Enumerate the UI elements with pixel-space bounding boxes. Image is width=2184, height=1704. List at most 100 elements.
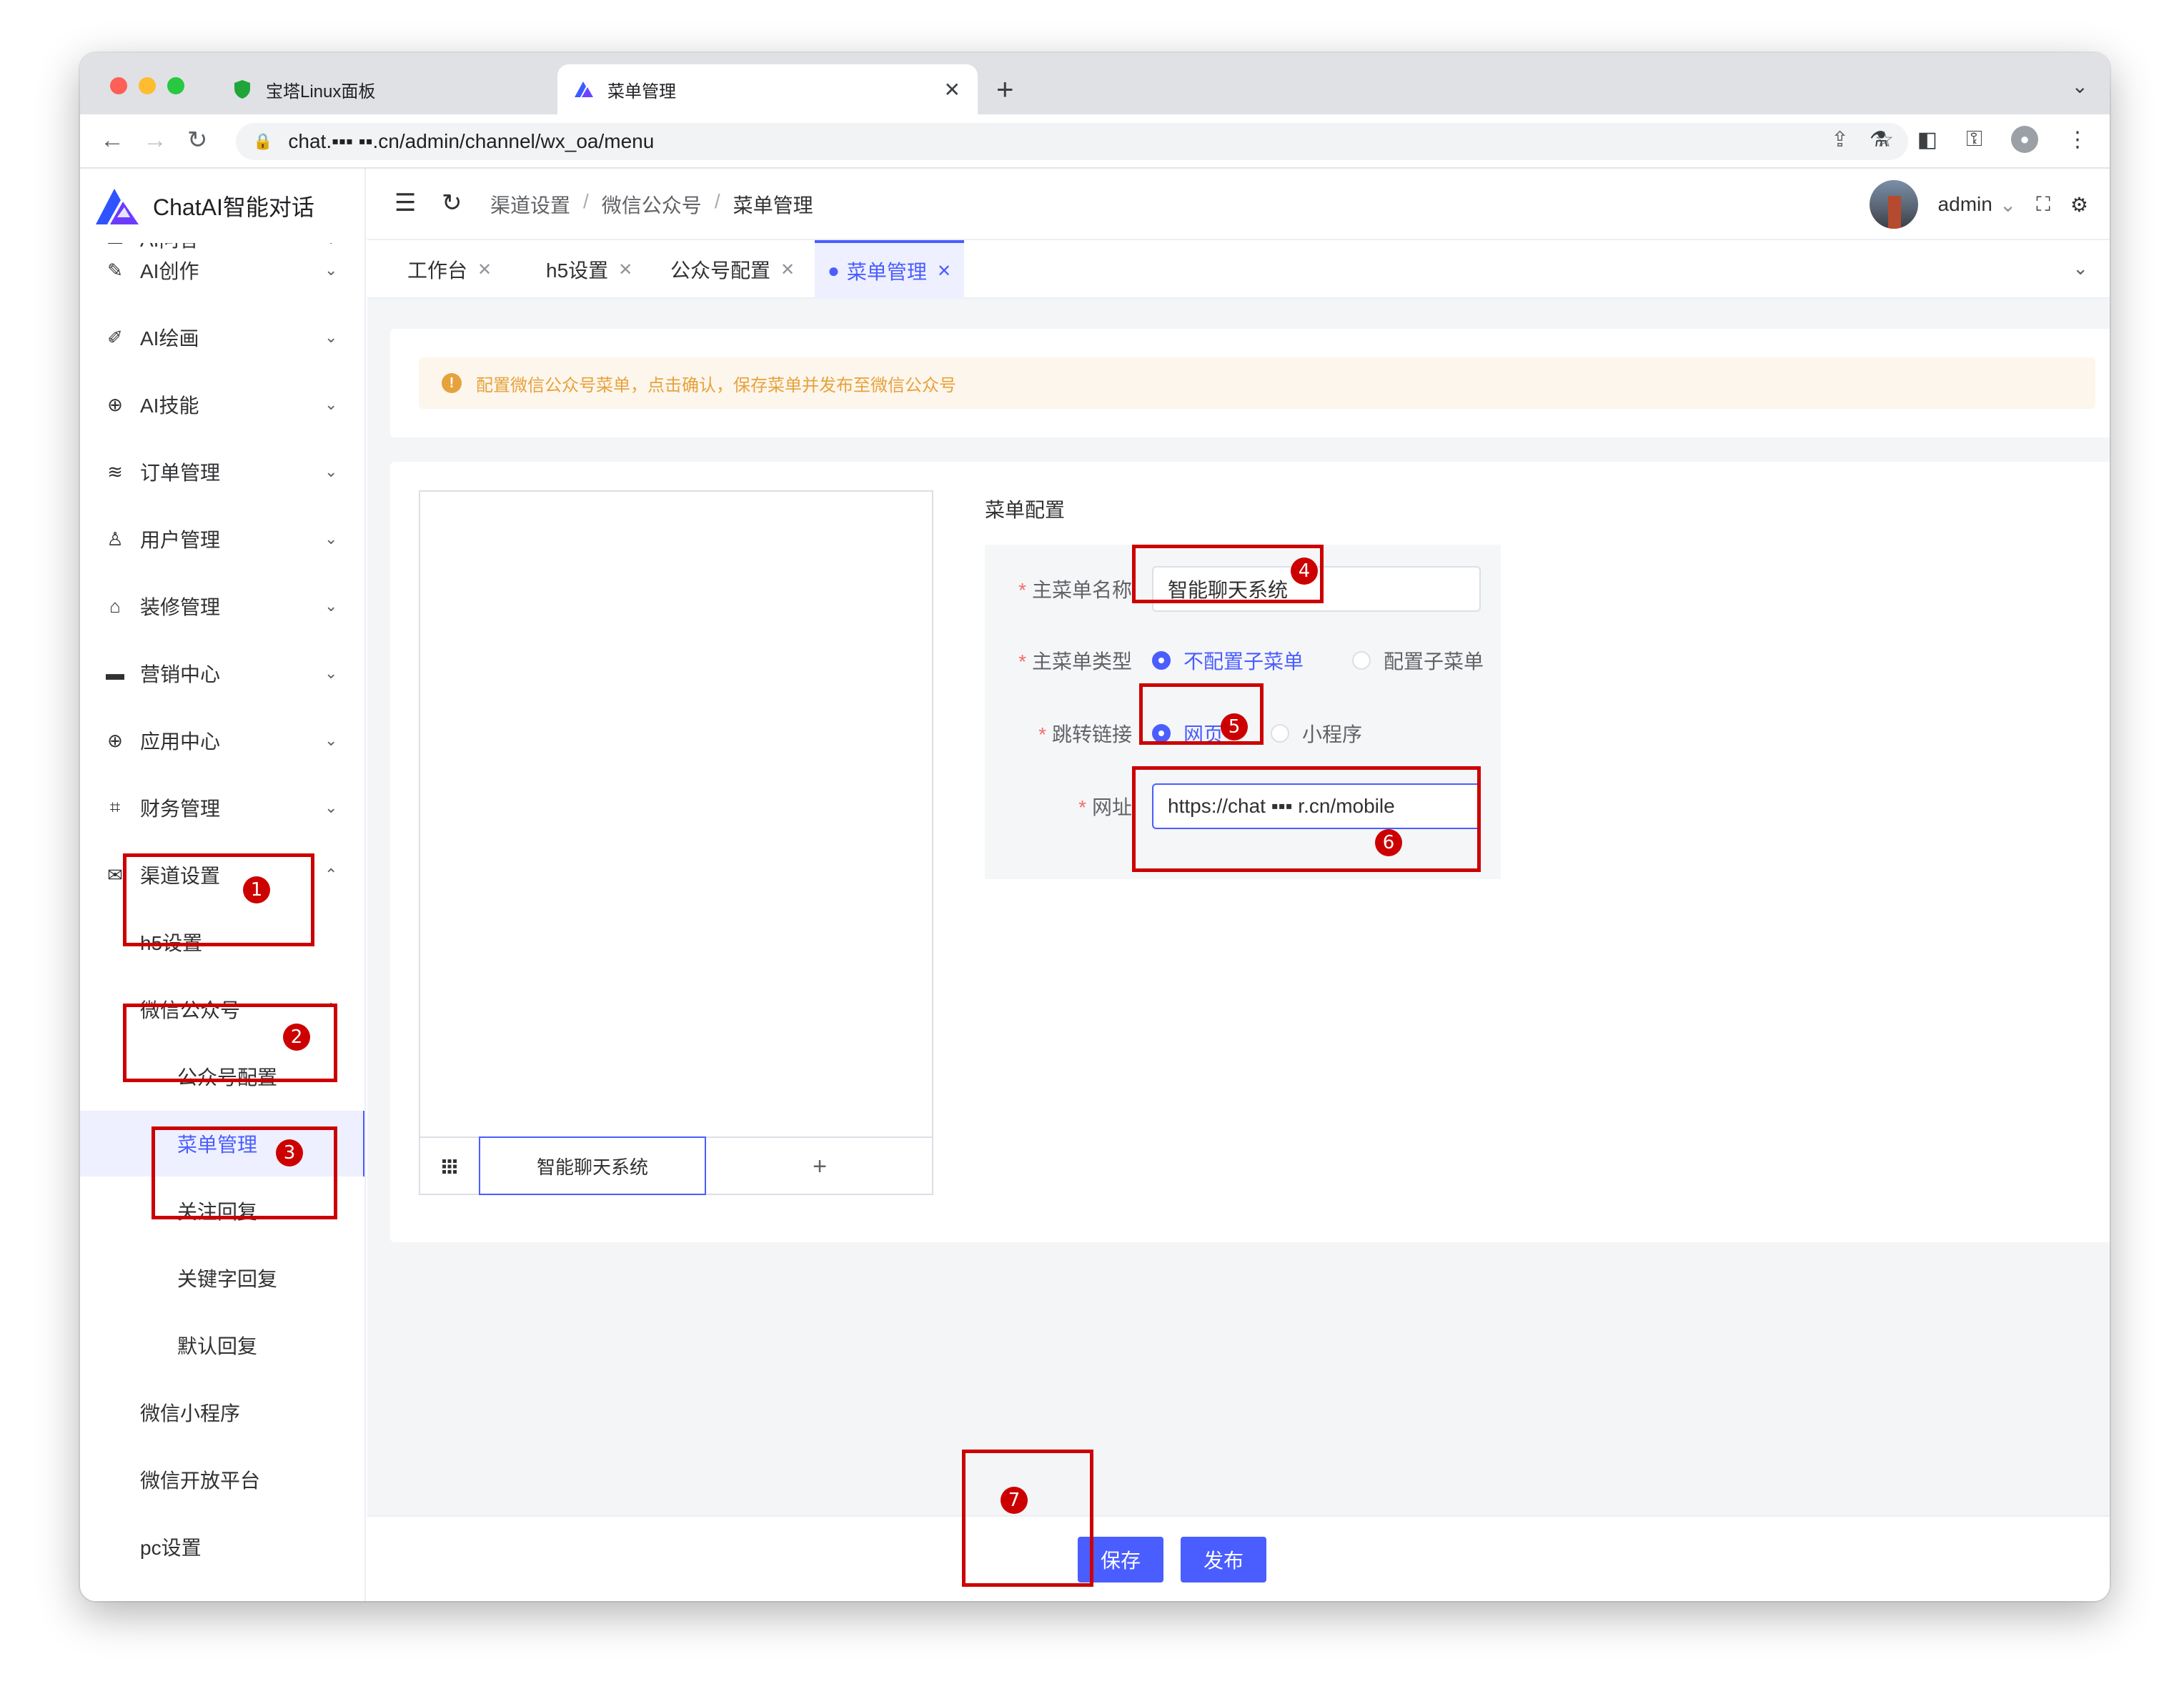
radio-miniprogram[interactable]: 小程序 — [1271, 719, 1362, 748]
radio-checked-icon — [1152, 651, 1171, 670]
close-icon[interactable]: ✕ — [477, 259, 492, 280]
close-icon[interactable]: ✕ — [944, 78, 961, 101]
main-area: ☰ ↻ 渠道设置 / 微信公众号 / 菜单管理 admin ⌄ ⛶ ⚙ 工作台 ✕ — [367, 169, 2110, 1601]
preview-menu-item[interactable]: 智能聊天系统 — [479, 1136, 706, 1195]
address-bar: ← → ↻ 🔒 chat.▪▪▪ ▪▪.cn/admin/channel/wx_… — [80, 114, 2110, 169]
pen-icon: ✎ — [107, 259, 123, 281]
tag-menu-manage[interactable]: ● 菜单管理 ✕ — [815, 240, 965, 299]
close-icon[interactable]: ✕ — [780, 259, 795, 280]
refresh-icon[interactable]: ↻ — [442, 189, 462, 217]
lock-icon: 🔒 — [253, 132, 273, 150]
warning-icon: ! — [442, 373, 462, 393]
tag-workbench[interactable]: 工作台 ✕ — [394, 240, 505, 299]
add-menu-button[interactable]: + — [706, 1138, 933, 1195]
chatai-logo-icon — [573, 79, 595, 100]
radio-with-submenu[interactable]: 配置子菜单 — [1352, 646, 1484, 675]
breadcrumb-item[interactable]: 微信公众号 — [602, 190, 702, 219]
sidebar-item-keyword-reply[interactable]: 关键字回复 — [80, 1245, 364, 1311]
gear-icon[interactable]: ⚙ — [2070, 193, 2088, 217]
menu-fold-icon[interactable]: ☰ — [394, 189, 416, 217]
sidebar-item-wechat-open[interactable]: 微信开放平台 — [80, 1447, 364, 1512]
breadcrumb-item[interactable]: 渠道设置 — [490, 190, 570, 219]
save-button[interactable]: 保存 — [1078, 1537, 1164, 1582]
chevron-down-icon: ⌄ — [324, 664, 338, 682]
brand[interactable]: ChatAI智能对话 — [94, 169, 364, 243]
key-icon[interactable]: ⚿ — [1966, 127, 1982, 152]
browser-tab-label: 菜单管理 — [607, 81, 676, 101]
sidebar-item-ai-draw[interactable]: ✐ AI绘画 ⌄ — [80, 304, 364, 370]
breadcrumb: 渠道设置 / 微信公众号 / 菜单管理 — [490, 190, 813, 219]
alert-card: ! 配置微信公众号菜单，点击确认，保存菜单并发布至微信公众号 — [390, 329, 2110, 437]
fullscreen-icon[interactable]: ⛶ — [2036, 193, 2050, 217]
url-field[interactable]: 🔒 chat.▪▪▪ ▪▪.cn/admin/channel/wx_oa/men… — [236, 123, 1908, 160]
sidebar-item-pc[interactable]: pc设置 — [80, 1514, 364, 1580]
maximize-window-button[interactable] — [167, 77, 184, 94]
radio-webpage[interactable]: 网页 — [1152, 719, 1223, 748]
sidebar-item-ai-skill[interactable]: ⊕ AI技能 ⌄ — [80, 372, 364, 437]
page-tags-bar: 工作台 ✕ h5设置 ✕ 公众号配置 ✕ ● 菜单管理 ✕ ⌄ — [367, 240, 2110, 299]
field-label: * 主菜单类型 — [1018, 650, 1132, 673]
sidebar-item-marketing[interactable]: ▬ 营销中心 ⌄ — [80, 640, 364, 706]
keyboard-icon — [420, 1138, 479, 1195]
preview-menubar: 智能聊天系统 + — [420, 1136, 933, 1195]
breadcrumb-separator: / — [583, 190, 589, 212]
sidebar-item-apps[interactable]: ⊕ 应用中心 ⌄ — [80, 708, 364, 773]
tag-oa-config[interactable]: 公众号配置 ✕ — [657, 240, 808, 299]
chevron-down-icon[interactable]: ⌄ — [2072, 74, 2088, 98]
reload-icon[interactable]: ↻ — [187, 124, 208, 156]
browser-tab-menu[interactable]: 菜单管理 ✕ — [557, 64, 978, 114]
sidebar-item-wechat-mini[interactable]: 微信小程序 — [80, 1379, 364, 1445]
flask-icon[interactable]: ⚗ — [1870, 127, 1889, 152]
url-input[interactable]: https://chat ▪▪▪ r.cn/mobile — [1152, 783, 1481, 829]
chevron-down-icon: ⌄ — [324, 328, 338, 346]
sidebar-item-users[interactable]: ♙ 用户管理 ⌄ — [80, 506, 364, 572]
radio-unchecked-icon — [1352, 651, 1371, 670]
config-title: 菜单配置 — [985, 499, 1066, 521]
sidebar-item-channel[interactable]: ✉ 渠道设置 ⌃ — [80, 842, 364, 908]
sidebar-item-default-reply[interactable]: 默认回复 — [80, 1312, 364, 1378]
close-icon[interactable]: ✕ — [937, 261, 951, 282]
minimize-window-button[interactable] — [139, 77, 156, 94]
username[interactable]: admin — [1938, 193, 1992, 216]
main-menu-name-input[interactable]: 智能聊天系统 — [1152, 566, 1481, 612]
forward-icon[interactable]: → — [143, 124, 167, 156]
share-icon[interactable]: ⇪ — [1831, 127, 1849, 152]
chevron-up-icon: ⌃ — [324, 866, 338, 883]
avatar[interactable] — [1869, 180, 1918, 229]
mail-icon: ✉ — [107, 863, 123, 886]
sidebar-item-h5[interactable]: h5设置 — [80, 909, 364, 975]
chevron-down-icon[interactable]: ⌄ — [2000, 193, 2016, 217]
user-menu: admin ⌄ ⛶ ⚙ — [1869, 180, 2088, 229]
chevron-down-icon: ⌄ — [324, 798, 338, 816]
radio-no-submenu[interactable]: 不配置子菜单 — [1152, 646, 1304, 675]
profile-icon[interactable]: ● — [2011, 126, 2038, 153]
chevron-down-icon: ⌄ — [324, 530, 338, 548]
tag-h5[interactable]: h5设置 ✕ — [533, 240, 645, 299]
row-main-menu-name: * 主菜单名称 智能聊天系统 — [985, 566, 1501, 612]
sidebar-item-wechat-oa[interactable]: 微信公众号 ⌃ — [80, 976, 364, 1042]
sidebar-item-ai-create[interactable]: ✎ AI创作 ⌄ — [80, 237, 364, 303]
sidebar-item-decor[interactable]: ⌂ 装修管理 ⌄ — [80, 573, 364, 639]
back-icon[interactable]: ← — [100, 124, 124, 156]
sidebar-item-finance[interactable]: ⌗ 财务管理 ⌄ — [80, 775, 364, 841]
chevron-down-icon[interactable]: ⌄ — [2073, 257, 2088, 279]
apps-icon: ⊕ — [107, 729, 123, 751]
sidebar-item-follow-reply[interactable]: 关注回复 — [80, 1178, 364, 1244]
field-label: * 网址 — [1078, 796, 1132, 818]
close-window-button[interactable] — [110, 77, 127, 94]
brush-icon: ✐ — [107, 326, 123, 348]
sidebar-item-menu-manage[interactable]: 菜单管理 — [80, 1111, 364, 1177]
sidepanel-icon[interactable]: ◧ — [1917, 127, 1937, 152]
more-menu-icon[interactable]: ⋮ — [2067, 127, 2088, 152]
sidebar-item-orders[interactable]: ≋ 订单管理 ⌄ — [80, 439, 364, 505]
brand-name: ChatAI智能对话 — [153, 194, 314, 220]
chevron-down-icon: ⌄ — [324, 395, 338, 413]
chart-icon: ⌗ — [109, 796, 121, 818]
browser-window: 宝塔Linux面板 ✕ 菜单管理 ✕ + ⌄ ← → ↻ 🔒 chat.▪▪▪ … — [80, 53, 2110, 1601]
close-icon[interactable]: ✕ — [618, 259, 632, 280]
breadcrumb-current: 菜单管理 — [733, 194, 813, 217]
publish-button[interactable]: 发布 — [1181, 1537, 1267, 1582]
field-label: * 跳转链接 — [1038, 723, 1132, 746]
new-tab-icon[interactable]: + — [996, 71, 1014, 107]
sidebar-item-oa-config[interactable]: 公众号配置 — [80, 1044, 364, 1109]
